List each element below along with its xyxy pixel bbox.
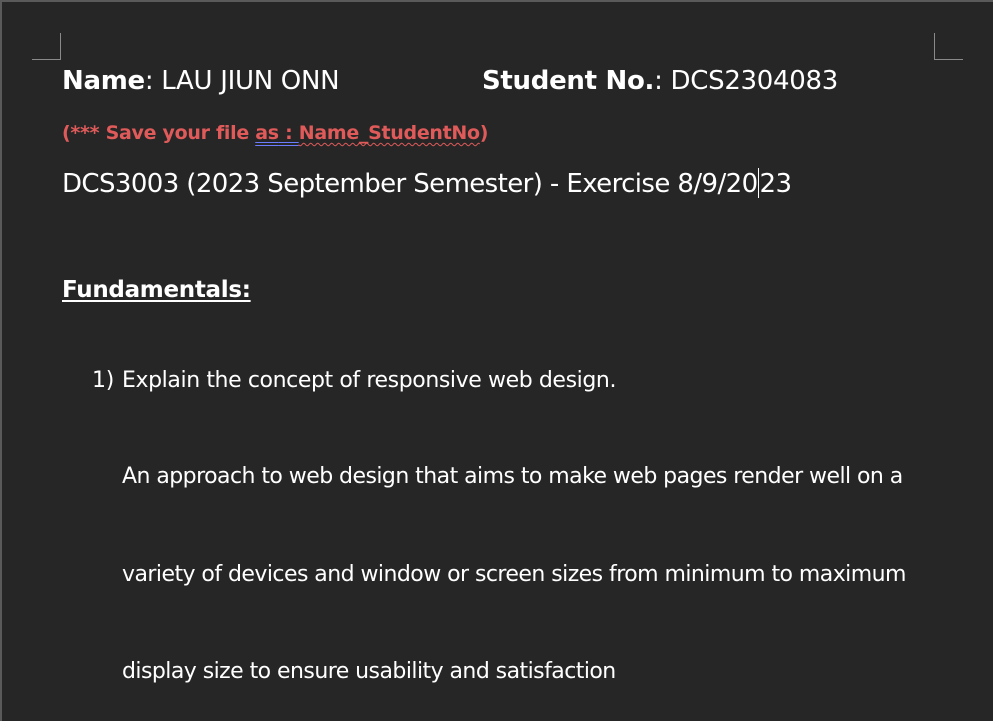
student-no-line[interactable]: Student No.: DCS2304083 <box>482 66 838 96</box>
course-title-line[interactable]: DCS3003 (2023 September Semester) - Exer… <box>62 168 792 199</box>
margin-corner-mark-top-right <box>934 33 963 60</box>
save-note-filename: Name_StudentNo <box>298 122 480 144</box>
margin-corner-mark-top-left <box>32 33 61 60</box>
document-page[interactable]: Name: LAU JIUN ONN Student No.: DCS23040… <box>2 2 993 721</box>
course-title-after-cursor: 23 <box>759 169 792 199</box>
save-note-suffix: ) <box>479 122 489 144</box>
name-line[interactable]: Name: LAU JIUN ONN <box>62 66 340 96</box>
answer-line-2[interactable]: variety of devices and window or screen … <box>122 562 906 587</box>
save-note-as: as <box>255 122 279 144</box>
answer-line-1[interactable]: An approach to web design that aims to m… <box>122 464 903 489</box>
question-number: 1) <box>92 368 114 393</box>
name-label: Name <box>62 66 145 96</box>
section-heading[interactable]: Fundamentals: <box>62 277 251 303</box>
save-file-note[interactable]: (*** Save your file as : Name_StudentNo) <box>62 122 488 144</box>
question-text[interactable]: Explain the concept of responsive web de… <box>122 368 616 393</box>
save-note-colon: : <box>278 122 299 144</box>
answer-line-3[interactable]: display size to ensure usability and sat… <box>122 659 616 684</box>
save-note-prefix: (*** Save your file <box>62 122 256 144</box>
student-no-value: : DCS2304083 <box>654 66 839 96</box>
course-title-before-cursor: DCS3003 (2023 September Semester) - Exer… <box>62 169 758 199</box>
name-value: : LAU JIUN ONN <box>144 66 340 96</box>
student-no-label: Student No. <box>482 66 655 96</box>
